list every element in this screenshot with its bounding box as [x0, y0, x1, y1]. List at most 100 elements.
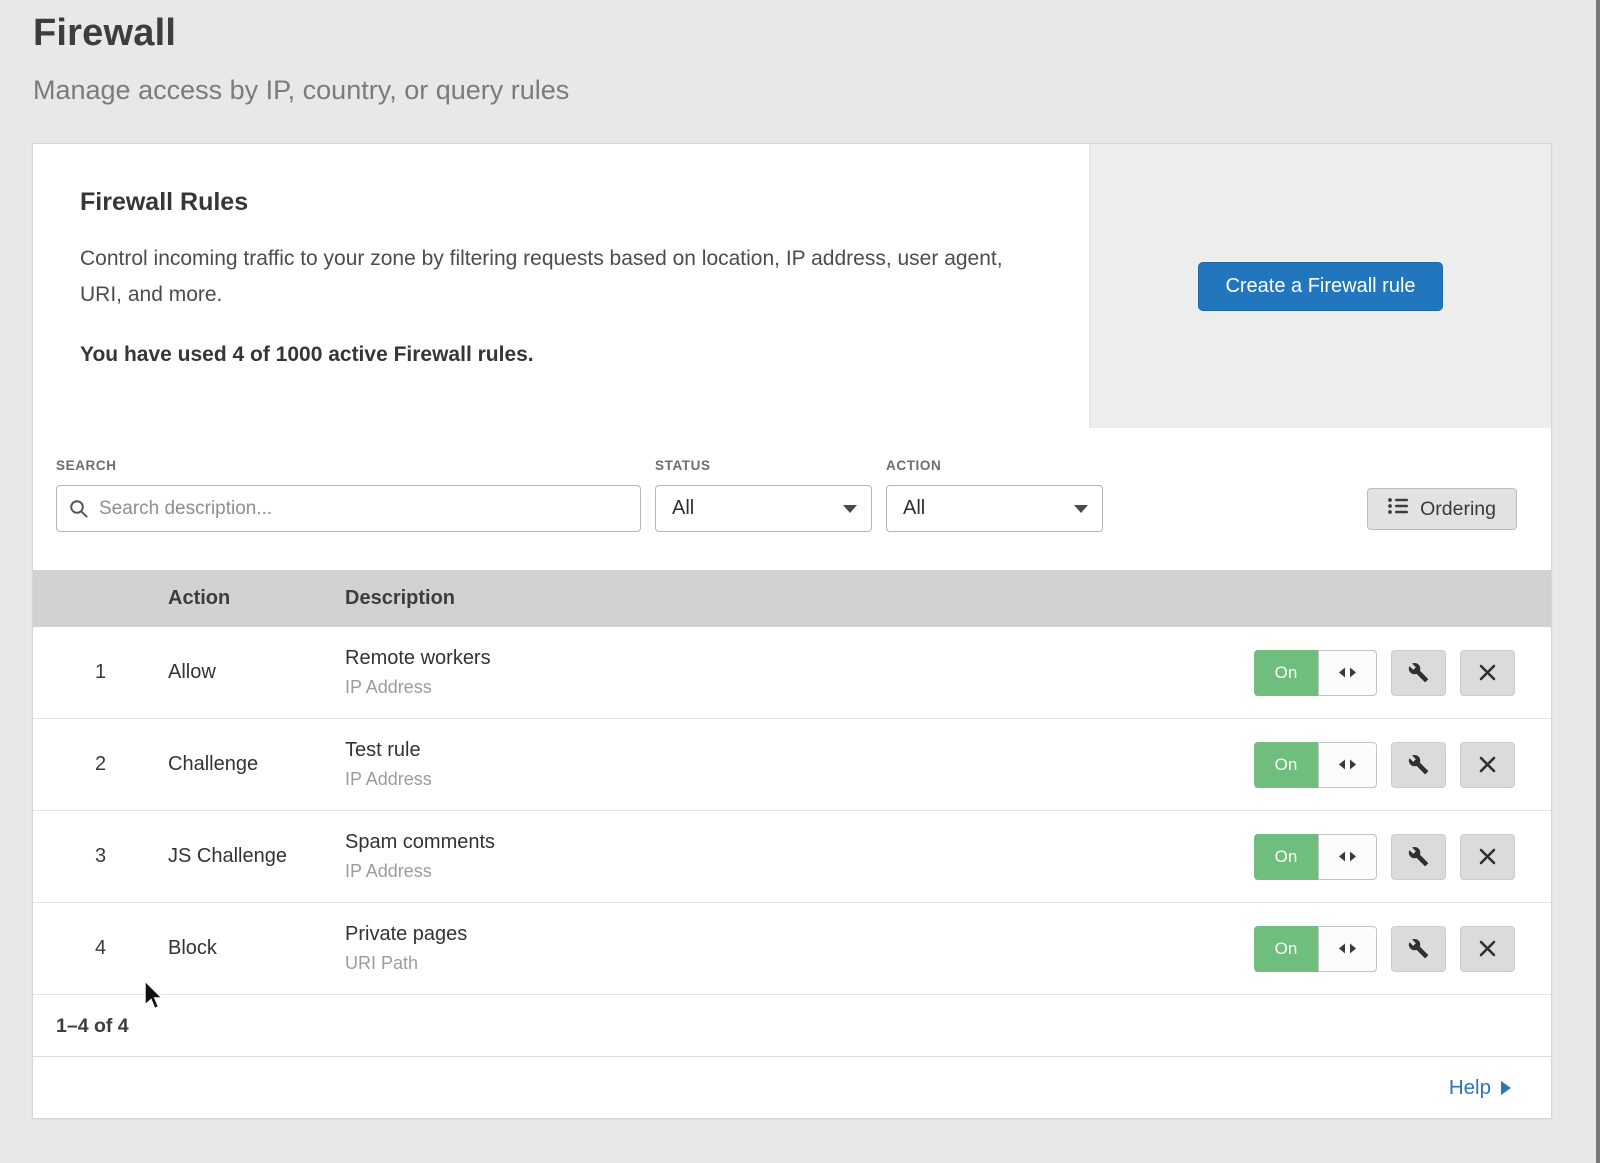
panel-action-area: Create a Firewall rule	[1089, 144, 1551, 428]
toggle-arrows-icon	[1339, 943, 1356, 954]
rule-controls: On	[1251, 926, 1551, 972]
rule-controls: On	[1251, 834, 1551, 880]
x-icon	[1479, 756, 1496, 773]
wrench-icon	[1408, 662, 1429, 683]
toggle-arrows-icon	[1339, 667, 1356, 678]
rules-table: Action Description 1 Allow Remote worker…	[33, 570, 1551, 995]
status-select-value: All	[672, 497, 694, 520]
rule-type: IP Address	[345, 769, 1251, 790]
table-row: 3 JS Challenge Spam comments IP Address …	[33, 811, 1551, 903]
help-link[interactable]: Help	[1449, 1076, 1511, 1100]
rule-toggle[interactable]: On	[1254, 926, 1377, 972]
rule-toggle[interactable]: On	[1254, 650, 1377, 696]
rule-type: IP Address	[345, 861, 1251, 882]
status-label: STATUS	[655, 458, 872, 473]
rule-description-cell: Remote workers IP Address	[345, 647, 1251, 698]
action-select-value: All	[903, 497, 925, 520]
action-filter: ACTION All	[886, 458, 1103, 532]
table-row: 1 Allow Remote workers IP Address On	[33, 627, 1551, 719]
toggle-arrows-icon	[1339, 851, 1356, 862]
panel-title: Firewall Rules	[80, 188, 1049, 217]
action-select[interactable]: All	[886, 485, 1103, 532]
toggle-handle[interactable]	[1318, 834, 1377, 880]
page-subtitle: Manage access by IP, country, or query r…	[33, 75, 1596, 106]
search-input[interactable]	[56, 485, 641, 532]
help-arrow-icon	[1501, 1081, 1511, 1095]
rule-type: URI Path	[345, 953, 1251, 974]
wrench-icon	[1408, 754, 1429, 775]
delete-rule-button[interactable]	[1460, 834, 1515, 880]
edit-rule-button[interactable]	[1391, 834, 1446, 880]
status-select[interactable]: All	[655, 485, 872, 532]
rule-description: Test rule	[345, 739, 1251, 762]
panel-description: Control incoming traffic to your zone by…	[80, 241, 1030, 313]
rule-type: IP Address	[345, 677, 1251, 698]
rule-index: 4	[33, 937, 168, 960]
rule-description-cell: Private pages URI Path	[345, 923, 1251, 974]
help-link-label: Help	[1449, 1076, 1491, 1100]
rule-description: Private pages	[345, 923, 1251, 946]
rule-description: Remote workers	[345, 647, 1251, 670]
pagination-text: 1–4 of 4	[33, 995, 1551, 1056]
x-icon	[1479, 940, 1496, 957]
table-header: Action Description	[33, 570, 1551, 627]
search-label: SEARCH	[56, 458, 641, 473]
filters-bar: SEARCH STATUS All ACTION All	[33, 428, 1551, 570]
x-icon	[1479, 664, 1496, 681]
rule-controls: On	[1251, 742, 1551, 788]
search-icon	[68, 498, 89, 524]
wrench-icon	[1408, 938, 1429, 959]
table-row: 4 Block Private pages URI Path On	[33, 903, 1551, 995]
delete-rule-button[interactable]	[1460, 742, 1515, 788]
delete-rule-button[interactable]	[1460, 926, 1515, 972]
column-description: Description	[345, 587, 1251, 610]
edit-rule-button[interactable]	[1391, 926, 1446, 972]
help-row: Help	[33, 1056, 1551, 1118]
toggle-handle[interactable]	[1318, 742, 1377, 788]
firewall-rules-panel: Firewall Rules Control incoming traffic …	[33, 144, 1551, 428]
ordering-button[interactable]: Ordering	[1367, 488, 1517, 530]
firewall-page: Firewall Manage access by IP, country, o…	[0, 0, 1600, 1163]
rule-action: Challenge	[168, 753, 345, 776]
create-firewall-rule-button[interactable]: Create a Firewall rule	[1198, 262, 1442, 311]
edit-rule-button[interactable]	[1391, 742, 1446, 788]
rule-toggle[interactable]: On	[1254, 742, 1377, 788]
rule-description-cell: Test rule IP Address	[345, 739, 1251, 790]
rule-index: 2	[33, 753, 168, 776]
rule-action: Allow	[168, 661, 345, 684]
ordering-button-label: Ordering	[1420, 498, 1496, 521]
search-filter: SEARCH	[56, 458, 641, 532]
action-label: ACTION	[886, 458, 1103, 473]
toggle-on-label: On	[1254, 926, 1318, 972]
status-filter: STATUS All	[655, 458, 872, 532]
usage-text: You have used 4 of 1000 active Firewall …	[80, 343, 1049, 367]
rule-toggle[interactable]: On	[1254, 834, 1377, 880]
search-box	[56, 485, 641, 532]
page-header: Firewall Manage access by IP, country, o…	[0, 0, 1596, 106]
chevron-down-icon	[1074, 505, 1088, 513]
x-icon	[1479, 848, 1496, 865]
rule-description: Spam comments	[345, 831, 1251, 854]
rule-index: 3	[33, 845, 168, 868]
table-row: 2 Challenge Test rule IP Address On	[33, 719, 1551, 811]
rule-controls: On	[1251, 650, 1551, 696]
toggle-on-label: On	[1254, 742, 1318, 788]
chevron-down-icon	[843, 505, 857, 513]
toggle-handle[interactable]	[1318, 926, 1377, 972]
page-title: Firewall	[33, 12, 1596, 55]
edit-rule-button[interactable]	[1391, 650, 1446, 696]
delete-rule-button[interactable]	[1460, 650, 1515, 696]
toggle-on-label: On	[1254, 834, 1318, 880]
rule-action: JS Challenge	[168, 845, 345, 868]
rule-action: Block	[168, 937, 345, 960]
column-action: Action	[168, 587, 345, 610]
panel-info: Firewall Rules Control incoming traffic …	[33, 144, 1089, 428]
toggle-handle[interactable]	[1318, 650, 1377, 696]
wrench-icon	[1408, 846, 1429, 867]
rule-description-cell: Spam comments IP Address	[345, 831, 1251, 882]
ordering-icon	[1388, 497, 1409, 521]
toggle-arrows-icon	[1339, 759, 1356, 770]
rule-index: 1	[33, 661, 168, 684]
toggle-on-label: On	[1254, 650, 1318, 696]
firewall-rules-card: Firewall Rules Control incoming traffic …	[32, 143, 1552, 1119]
